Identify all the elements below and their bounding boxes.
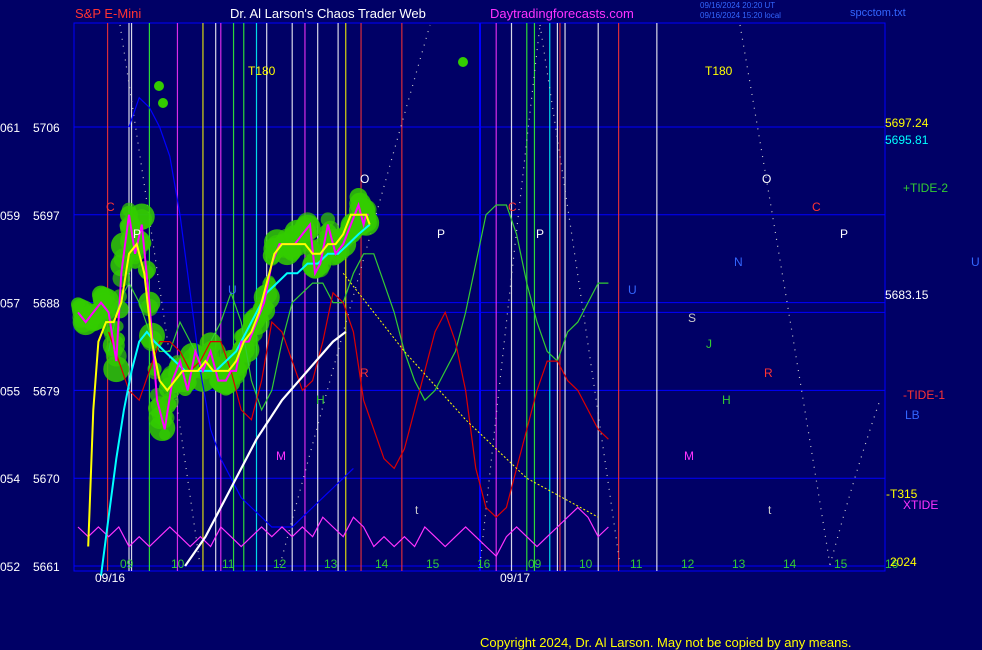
cycle-line-label: P — [536, 227, 544, 241]
timestamp-ut: 09/16/2024 20:20 UT — [700, 1, 775, 10]
cycle-line-label: J — [706, 337, 712, 351]
x-tick-hour: 13 — [732, 557, 746, 571]
right-label-tide-plus: +TIDE-2 — [903, 181, 948, 195]
right-label-tide-minus: -TIDE-1 — [903, 388, 945, 402]
x-tick-hour: 10 — [579, 557, 593, 571]
x-tick-hour: 11 — [630, 557, 643, 571]
x-tick-hour: 14 — [783, 557, 797, 571]
y-tick-price: 5661 — [33, 560, 60, 574]
cycle-line-label: P — [133, 227, 141, 241]
y-tick-price: 5679 — [33, 384, 60, 398]
y-tick-price: 5688 — [33, 297, 60, 311]
copyright: Copyright 2024, Dr. Al Larson. May not b… — [480, 635, 851, 650]
x-tick-hour: 14 — [375, 557, 389, 571]
t180-label: T180 — [248, 64, 276, 78]
x-tick-hour: 09 — [528, 557, 542, 571]
y-tick-price: 5670 — [33, 472, 60, 486]
year-label: 2024 — [890, 555, 917, 569]
site-link[interactable]: Daytradingforecasts.com — [490, 6, 634, 21]
price-halo — [458, 57, 468, 67]
cycle-line-label: M — [684, 449, 694, 463]
x-tick-hour: 11 — [222, 557, 235, 571]
x-tick-hour: 15 — [834, 557, 848, 571]
x-date-label: 09/17 — [500, 571, 530, 585]
cycle-line-label: C — [106, 200, 115, 214]
cycle-line-label: N — [734, 255, 743, 269]
price-halo — [158, 98, 168, 108]
y-tick-left: 059 — [0, 209, 20, 223]
y-tick-left: 055 — [0, 384, 20, 398]
y-tick-left: 054 — [0, 472, 20, 486]
x-tick-hour: 10 — [171, 557, 185, 571]
price-halo — [159, 428, 171, 441]
x-tick-hour: 12 — [681, 557, 695, 571]
x-tick-hour: 15 — [426, 557, 440, 571]
x-tick-hour: 16 — [477, 557, 491, 571]
cycle-line-label: O — [360, 172, 369, 186]
right-label-xtide: XTIDE — [903, 498, 938, 512]
data-file-name: spcctom.txt — [850, 7, 906, 19]
cycle-line-label: U — [228, 283, 237, 297]
t180-label: T180 — [705, 64, 733, 78]
cycle-line-label: P — [840, 227, 848, 241]
right-label-u: U — [971, 255, 980, 269]
timestamp-local: 09/16/2024 15:20 local — [700, 11, 781, 20]
cycle-line-label: S — [688, 311, 696, 325]
x-tick-hour: 13 — [324, 557, 338, 571]
chart-title: Dr. Al Larson's Chaos Trader Web — [230, 6, 426, 21]
cycle-line-label: R — [360, 366, 369, 380]
cycle-line-label: R — [764, 366, 773, 380]
chaos-chart: 061 5706 059 5697 057 5688 055 5679 054 5670 052 56… — [0, 1, 980, 650]
cycle-line-label: M — [276, 449, 286, 463]
cycle-line-label: U — [628, 283, 637, 297]
cycle-line-label: C — [508, 200, 517, 214]
cycle-line-label: C — [812, 200, 821, 214]
x-tick-hour: 12 — [273, 557, 287, 571]
y-tick-left: 052 — [0, 560, 20, 574]
price-halo — [154, 81, 164, 91]
cycle-line-label: P — [437, 227, 445, 241]
y-tick-price: 5706 — [33, 121, 60, 135]
y-tick-left: 057 — [0, 297, 20, 311]
cycle-line-label: H — [316, 393, 325, 407]
x-date-label: 09/16 — [95, 571, 125, 585]
x-tick-hour: 09 — [120, 557, 134, 571]
instrument-label: S&P E-Mini — [75, 6, 141, 21]
right-label-price1: 5697.24 — [885, 116, 929, 130]
cycle-line-label: O — [762, 172, 771, 186]
right-label-price3: 5683.15 — [885, 288, 929, 302]
y-tick-price: 5697 — [33, 209, 60, 223]
y-tick-left: 061 — [0, 121, 20, 135]
right-label-lb: LB — [905, 408, 920, 422]
right-label-price2: 5695.81 — [885, 133, 929, 147]
cycle-line-label: H — [722, 393, 731, 407]
